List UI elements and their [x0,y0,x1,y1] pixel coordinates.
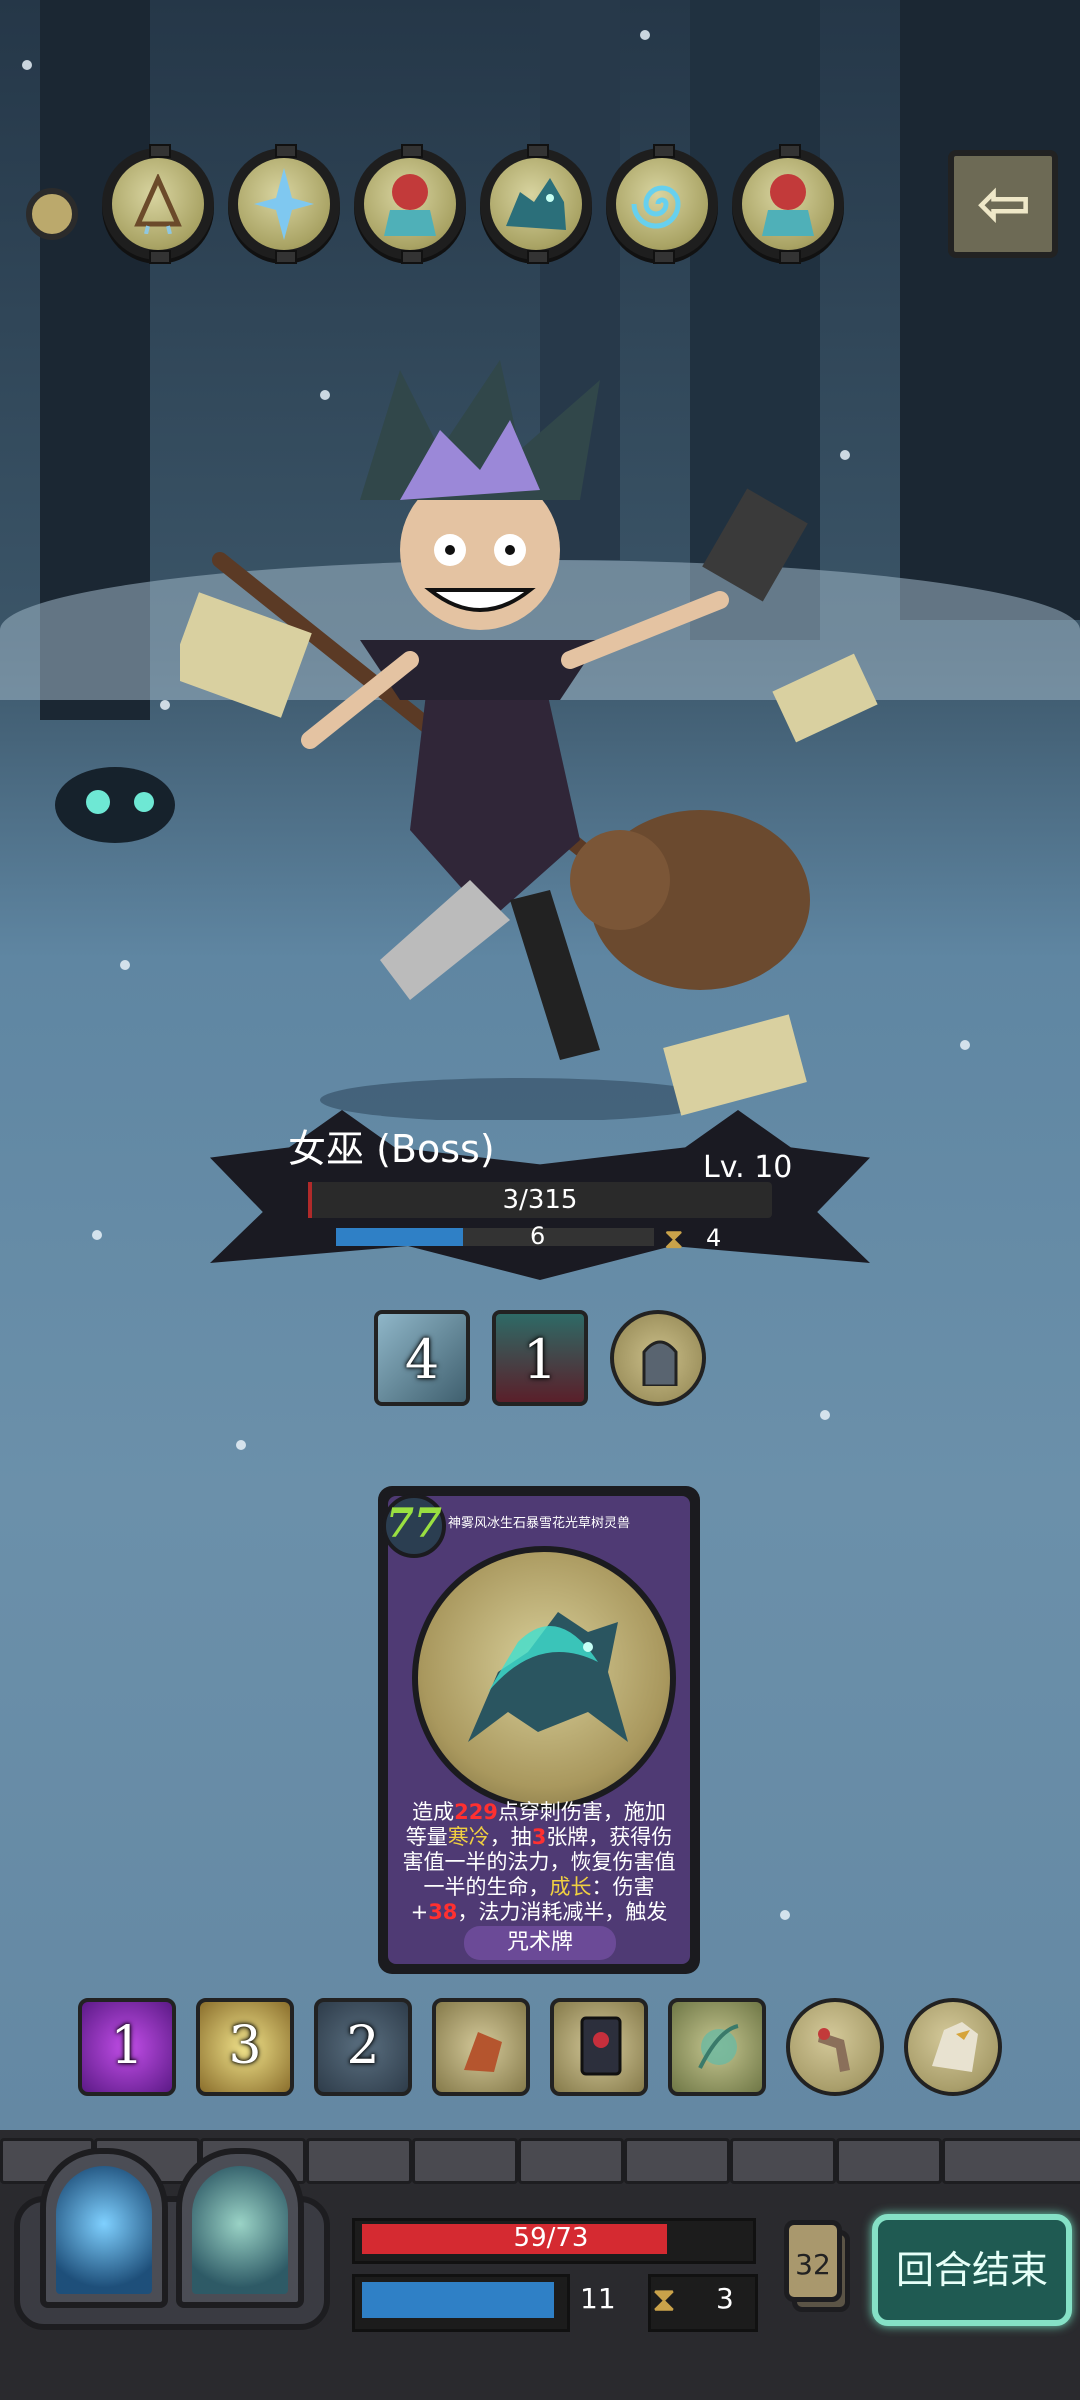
spectral-wolf-icon [412,1546,676,1810]
crane-figure-icon[interactable] [786,1998,884,2096]
boss-name: 女巫 (Boss) [288,1127,495,1171]
blue-flame-hand-skill-icon[interactable] [40,2148,168,2308]
boss-mana-fill [336,1228,464,1246]
eagle-icon[interactable] [904,1998,1002,2096]
bird-warrior-icon[interactable] [432,1998,530,2096]
tree-trunk [900,0,1080,620]
skull-decoration [55,767,175,843]
boss-mana-text: 6 [530,1222,546,1250]
snowflake [960,1040,970,1050]
green-orb-icon[interactable] [668,1998,766,2096]
buff-count: 1 [522,1328,558,1391]
orbit-planet-icon[interactable]: 2 [314,1998,412,2096]
snowflake [92,1230,102,1240]
player-hp-text: 59/73 [513,2223,589,2253]
boss-level: Lv. 10 [703,1150,793,1185]
hourglass-icon: ⧗ [664,1222,684,1255]
settings-coin-button[interactable] [26,188,78,240]
buff-count: 4 [404,1328,440,1391]
snowflake [120,960,130,970]
dreamcatcher-relic-icon[interactable] [102,144,214,264]
boatman-mist-skill-icon[interactable] [176,2148,304,2308]
hourglass-icon: ⧗ [652,2280,676,2320]
item-count: 3 [228,2016,262,2076]
red-hood-relic-icon[interactable] [354,144,466,264]
cursed-chest-icon[interactable]: 1 [492,1310,588,1406]
player-hourglass-count: 3 [716,2282,734,2315]
arrow-left-icon: ⇦ [976,165,1032,242]
draw-pile-counter[interactable]: 32 [784,2220,842,2302]
tombstone-icon[interactable] [610,1310,706,1406]
card-description: 造成229点穿刺伤害，施加等量寒冷，抽3张牌，获得伤害值一半的法力，恢复伤害值一… [402,1800,676,1926]
witch-boss-sprite[interactable] [180,360,900,1120]
player-mana-text: 11 [580,2282,616,2315]
item-count: 2 [346,2016,380,2076]
player-mana-fill [362,2282,554,2318]
spellbook-icon[interactable] [550,1998,648,2096]
card-type-label: 咒术牌 [464,1926,616,1960]
snowflake [780,1910,790,1920]
boss-hourglass-count: 4 [706,1224,722,1252]
snowflake [160,700,170,710]
snowflake [236,1440,246,1450]
snowflake [820,1410,830,1420]
item-count: 1 [110,2016,144,2076]
card-cost: 77 [382,1494,446,1558]
snowflake [640,30,650,40]
card-name: 神雾风冰生石暴雪花光草树灵兽 [448,1516,631,1531]
red-hood-relic-icon[interactable] [732,144,844,264]
frost-slash-icon[interactable]: 4 [374,1310,470,1406]
frost-spiral-relic-icon[interactable] [606,144,718,264]
snowflake [22,60,32,70]
back-button[interactable]: ⇦ [948,150,1058,258]
purple-eye-icon[interactable]: 1 [78,1998,176,2096]
hooded-figure-icon[interactable]: 3 [196,1998,294,2096]
boss-hp-text: 3/315 [502,1185,578,1215]
ice-crystal-relic-icon[interactable] [228,144,340,264]
end-turn-button[interactable]: 回合结束 [872,2214,1072,2326]
spirit-wolf-relic-icon[interactable] [480,144,592,264]
